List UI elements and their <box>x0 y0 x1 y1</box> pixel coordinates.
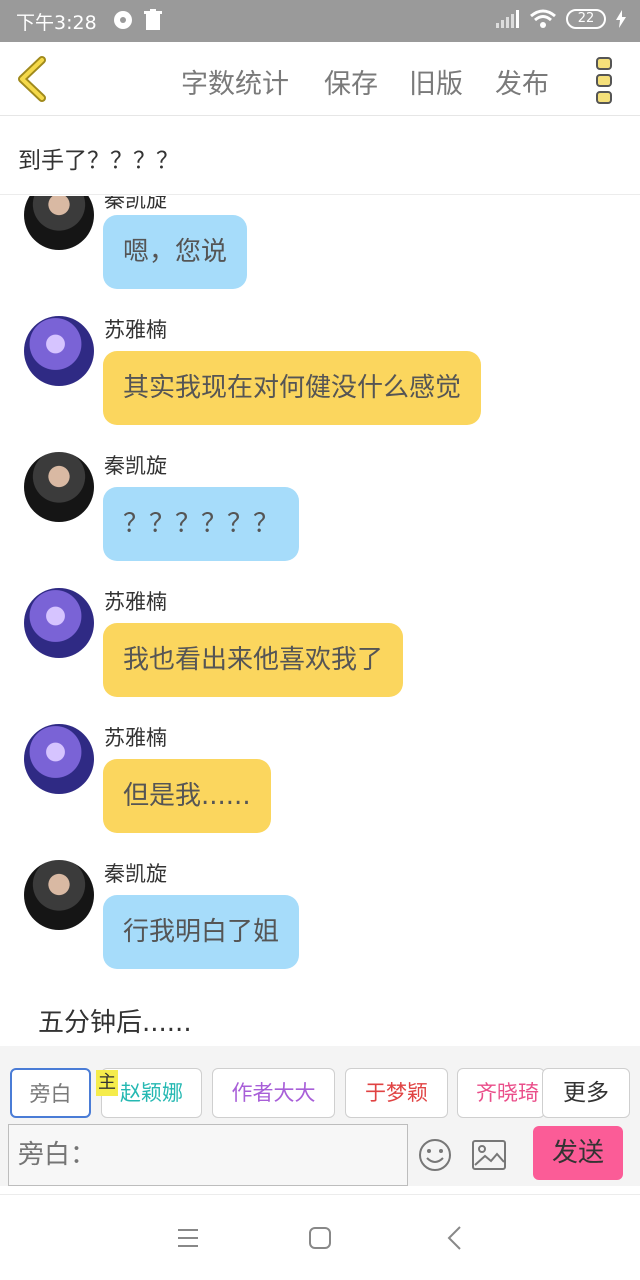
chapter-title-bar[interactable]: 到手了？？？？ <box>0 117 640 195</box>
avatar[interactable] <box>24 860 94 930</box>
signal-icon <box>496 10 519 28</box>
sender-name: 苏雅楠 <box>104 590 167 614</box>
message-bubble[interactable]: 其实我现在对何健没什么感觉 <box>103 351 482 425</box>
system-nav-bar <box>0 1194 640 1280</box>
message-bubble[interactable]: 嗯，您说 <box>103 215 248 289</box>
message-input[interactable] <box>8 1124 408 1186</box>
input-bar: 发送 <box>0 1124 640 1186</box>
role-qi-button[interactable]: 齐晓琦 <box>457 1068 545 1118</box>
emoji-icon[interactable] <box>418 1138 452 1172</box>
image-icon[interactable] <box>472 1140 506 1170</box>
host-badge: 主 <box>96 1070 118 1096</box>
status-time: 下午3:28 <box>16 12 97 34</box>
avatar[interactable] <box>24 588 94 658</box>
top-toolbar: 字数统计 保存 旧版 发布 <box>0 42 640 116</box>
sender-name: 秦凯旋 <box>104 454 167 478</box>
sender-name: 苏雅楠 <box>104 318 167 342</box>
home-icon[interactable] <box>305 1223 335 1253</box>
role-yu-button[interactable]: 于梦颖 <box>345 1068 448 1118</box>
trash-icon <box>144 9 162 30</box>
role-narrator-button[interactable]: 旁白 <box>10 1068 91 1118</box>
publish-button[interactable]: 发布 <box>495 62 549 101</box>
sender-name: 秦凯旋 <box>104 862 167 886</box>
avatar[interactable] <box>24 452 94 522</box>
message-bubble[interactable]: 但是我...... <box>103 759 271 833</box>
battery-indicator: 22 <box>566 9 606 29</box>
narration-text[interactable]: 五分钟后...... <box>38 1002 192 1039</box>
save-button[interactable]: 保存 <box>324 62 378 101</box>
chat-area[interactable]: 秦凯旋 嗯，您说 苏雅楠 其实我现在对何健没什么感觉 秦凯旋 ？？？？？？ 苏雅… <box>0 196 640 1046</box>
avatar[interactable] <box>24 724 94 794</box>
charging-icon <box>616 10 626 28</box>
more-roles-button[interactable]: 更多 <box>542 1068 630 1118</box>
role-author-button[interactable]: 作者大大 <box>212 1068 335 1118</box>
old-version-button[interactable]: 旧版 <box>409 62 463 101</box>
avatar[interactable] <box>24 316 94 386</box>
sender-name: 苏雅楠 <box>104 726 167 750</box>
avatar[interactable] <box>24 196 94 250</box>
sender-name: 秦凯旋 <box>104 196 167 212</box>
chapter-title: 到手了？？？？ <box>18 148 179 174</box>
message-bubble[interactable]: ？？？？？？ <box>103 487 300 561</box>
wifi-icon <box>530 9 556 28</box>
more-options-icon[interactable] <box>594 56 616 106</box>
message-bubble[interactable]: 行我明白了姐 <box>103 895 300 969</box>
menu-icon[interactable] <box>173 1223 203 1253</box>
send-button[interactable]: 发送 <box>533 1126 623 1180</box>
word-count-button[interactable]: 字数统计 <box>181 62 289 101</box>
notification-icon <box>114 11 132 29</box>
nav-back-icon[interactable] <box>440 1223 470 1253</box>
status-bar: 下午3:28 22 <box>0 0 640 42</box>
back-arrow-icon[interactable] <box>14 56 54 102</box>
message-bubble[interactable]: 我也看出来他喜欢我了 <box>103 623 404 697</box>
